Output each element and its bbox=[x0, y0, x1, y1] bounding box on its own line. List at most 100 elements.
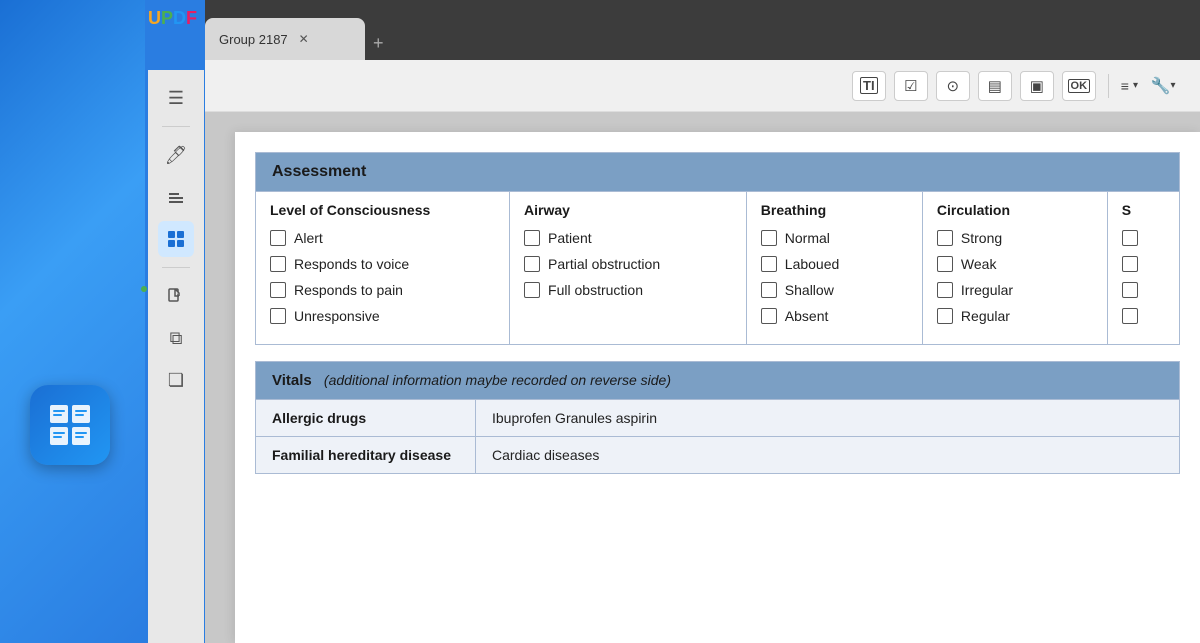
sidebar-item-annotate[interactable]: 🖊 bbox=[158, 137, 194, 173]
col-breathing: Breathing Normal Laboued Shallow bbox=[747, 192, 923, 344]
checkbox-pain-label: Responds to pain bbox=[294, 282, 403, 298]
checkbox-full-box[interactable] bbox=[524, 282, 540, 298]
checkbox-alert-box[interactable] bbox=[270, 230, 286, 246]
checkbox-laboued-box[interactable] bbox=[761, 256, 777, 272]
tab-add-button[interactable]: + bbox=[373, 33, 384, 54]
col-skin: S bbox=[1108, 192, 1179, 344]
checkbox-s2 bbox=[1122, 256, 1165, 272]
sidebar-item-convert[interactable]: ⧉ bbox=[158, 320, 194, 356]
checkbox-s1-box[interactable] bbox=[1122, 230, 1138, 246]
align-icon: ≡ bbox=[1121, 78, 1129, 94]
app-icon-dock[interactable] bbox=[30, 385, 110, 465]
checkbox-shallow: Shallow bbox=[761, 282, 908, 298]
col-header-airway: Airway bbox=[524, 202, 732, 218]
vitals-header: Vitals (additional information maybe rec… bbox=[256, 362, 1179, 399]
checkbox-strong-box[interactable] bbox=[937, 230, 953, 246]
toolbar-table-btn[interactable]: ▣ bbox=[1020, 71, 1054, 101]
checkbox-voice-box[interactable] bbox=[270, 256, 286, 272]
toolbar-text-btn[interactable]: TI bbox=[852, 71, 886, 101]
checkbox-patient: Patient bbox=[524, 230, 732, 246]
col-airway: Airway Patient Partial obstruction Full … bbox=[510, 192, 747, 344]
checkbox-unresponsive-label: Unresponsive bbox=[294, 308, 380, 324]
toolbar-list-btn[interactable]: ▤ bbox=[978, 71, 1012, 101]
checkbox-weak-box[interactable] bbox=[937, 256, 953, 272]
checkbox-absent-box[interactable] bbox=[761, 308, 777, 324]
sidebar-divider-1 bbox=[162, 126, 190, 127]
checkbox-full-obstruction: Full obstruction bbox=[524, 282, 732, 298]
checkbox-voice-label: Responds to voice bbox=[294, 256, 409, 272]
checkbox-patient-label: Patient bbox=[548, 230, 592, 246]
toolbar-align-dropdown[interactable]: ≡ ▾ bbox=[1121, 78, 1138, 94]
checkbox-unresponsive: Unresponsive bbox=[270, 308, 495, 324]
checkbox-s4-box[interactable] bbox=[1122, 308, 1138, 324]
checkbox-absent: Absent bbox=[761, 308, 908, 324]
checkbox-alert-label: Alert bbox=[294, 230, 323, 246]
tab-close-button[interactable]: ✕ bbox=[296, 31, 312, 47]
app-background bbox=[0, 0, 145, 643]
text-icon: TI bbox=[860, 77, 878, 94]
vitals-title: Vitals bbox=[272, 372, 312, 389]
ok-icon: OK bbox=[1068, 79, 1091, 93]
checkbox-regular-box[interactable] bbox=[937, 308, 953, 324]
radio-icon: ⊙ bbox=[947, 77, 960, 95]
tab-group-2187[interactable]: Group 2187 ✕ bbox=[205, 18, 365, 60]
sidebar-divider-2 bbox=[162, 267, 190, 268]
checkbox-absent-label: Absent bbox=[785, 308, 829, 324]
main-content: Assessment Level of Consciousness Alert … bbox=[205, 112, 1200, 643]
sidebar: ☰ 🖊 ⧉ ❏ bbox=[148, 70, 204, 643]
toolbar-tools-btn[interactable]: 🔧 ▾ bbox=[1146, 71, 1180, 101]
tools-icon: 🔧 bbox=[1151, 76, 1171, 96]
sidebar-item-edit[interactable] bbox=[158, 179, 194, 215]
checkbox-s3-box[interactable] bbox=[1122, 282, 1138, 298]
toolbar-checkbox-btn[interactable]: ☑ bbox=[894, 71, 928, 101]
list-icon: ▤ bbox=[988, 77, 1002, 95]
checkbox-strong: Strong bbox=[937, 230, 1093, 246]
vitals-section: Vitals (additional information maybe rec… bbox=[255, 361, 1180, 474]
checkbox-unresponsive-box[interactable] bbox=[270, 308, 286, 324]
vitals-row-allergic: Allergic drugs Ibuprofen Granules aspiri… bbox=[256, 399, 1179, 436]
checkbox-pain-box[interactable] bbox=[270, 282, 286, 298]
checkbox-responds-voice: Responds to voice bbox=[270, 256, 495, 272]
tab-label: Group 2187 bbox=[219, 32, 288, 47]
toolbar-ok-btn[interactable]: OK bbox=[1062, 71, 1096, 101]
page-area: Assessment Level of Consciousness Alert … bbox=[235, 132, 1200, 643]
sidebar-item-organize[interactable] bbox=[158, 221, 194, 257]
checkbox-strong-label: Strong bbox=[961, 230, 1002, 246]
toolbar-radio-btn[interactable]: ⊙ bbox=[936, 71, 970, 101]
vitals-allergic-label: Allergic drugs bbox=[256, 400, 476, 436]
checkbox-s2-box[interactable] bbox=[1122, 256, 1138, 272]
checkbox-laboued-label: Laboued bbox=[785, 256, 840, 272]
checkbox-s3 bbox=[1122, 282, 1165, 298]
checkbox-normal-label: Normal bbox=[785, 230, 830, 246]
checkbox-full-label: Full obstruction bbox=[548, 282, 643, 298]
checkbox-partial-obstruction: Partial obstruction bbox=[524, 256, 732, 272]
checkbox-laboued: Laboued bbox=[761, 256, 908, 272]
checkbox-weak: Weak bbox=[937, 256, 1093, 272]
table-icon: ▣ bbox=[1030, 77, 1044, 95]
assessment-title: Assessment bbox=[272, 163, 366, 180]
checkbox-irregular-box[interactable] bbox=[937, 282, 953, 298]
assessment-section: Assessment Level of Consciousness Alert … bbox=[255, 152, 1180, 345]
sidebar-item-pages[interactable]: ☰ bbox=[158, 80, 194, 116]
checkbox-responds-pain: Responds to pain bbox=[270, 282, 495, 298]
checkbox-patient-box[interactable] bbox=[524, 230, 540, 246]
col-circulation: Circulation Strong Weak Irregular bbox=[923, 192, 1108, 344]
checkbox-shallow-label: Shallow bbox=[785, 282, 834, 298]
checkbox-regular-label: Regular bbox=[961, 308, 1010, 324]
toolbar-divider bbox=[1108, 74, 1109, 98]
checkbox-alert: Alert bbox=[270, 230, 495, 246]
vitals-allergic-value: Ibuprofen Granules aspirin bbox=[476, 400, 1179, 436]
sidebar-item-protect[interactable]: ❏ bbox=[158, 362, 194, 398]
sidebar-item-export[interactable] bbox=[158, 278, 194, 314]
assessment-header: Assessment bbox=[256, 153, 1179, 191]
checkbox-weak-label: Weak bbox=[961, 256, 997, 272]
col-header-skin: S bbox=[1122, 202, 1165, 218]
checkbox-normal-box[interactable] bbox=[761, 230, 777, 246]
checkbox-partial-box[interactable] bbox=[524, 256, 540, 272]
toolbar: TI ☑ ⊙ ▤ ▣ OK ≡ ▾ 🔧 ▾ bbox=[205, 60, 1200, 112]
checkbox-normal: Normal bbox=[761, 230, 908, 246]
checkbox-regular: Regular bbox=[937, 308, 1093, 324]
tools-dropdown-arrow: ▾ bbox=[1170, 80, 1175, 91]
checkbox-partial-label: Partial obstruction bbox=[548, 256, 660, 272]
checkbox-shallow-box[interactable] bbox=[761, 282, 777, 298]
